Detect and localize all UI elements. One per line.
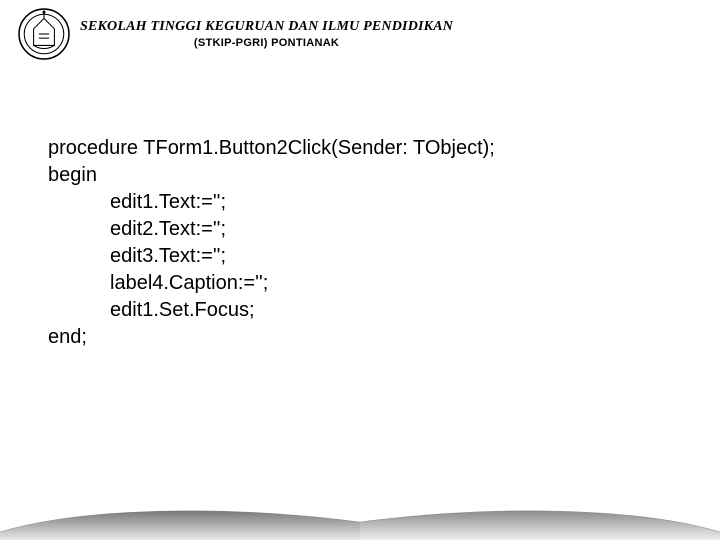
code-line-4: edit2.Text:=''; — [48, 216, 495, 243]
code-line-2: begin — [48, 162, 495, 189]
header-text-group: SEKOLAH TINGGI KEGURUAN DAN ILMU PENDIDI… — [80, 19, 453, 48]
code-line-8: end; — [48, 324, 495, 351]
slide-bottom-decoration-icon — [0, 502, 720, 540]
code-line-6: label4.Caption:=''; — [48, 270, 495, 297]
institution-logo-icon — [18, 8, 70, 60]
institution-subtitle: (STKIP-PGRI) PONTIANAK — [194, 37, 339, 49]
code-block: procedure TForm1.Button2Click(Sender: TO… — [48, 135, 495, 351]
institution-title: SEKOLAH TINGGI KEGURUAN DAN ILMU PENDIDI… — [80, 19, 453, 34]
slide-header: SEKOLAH TINGGI KEGURUAN DAN ILMU PENDIDI… — [18, 8, 453, 60]
code-line-7: edit1.Set.Focus; — [48, 297, 495, 324]
code-line-5: edit3.Text:=''; — [48, 243, 495, 270]
code-line-3: edit1.Text:=''; — [48, 189, 495, 216]
code-line-1: procedure TForm1.Button2Click(Sender: TO… — [48, 135, 495, 162]
